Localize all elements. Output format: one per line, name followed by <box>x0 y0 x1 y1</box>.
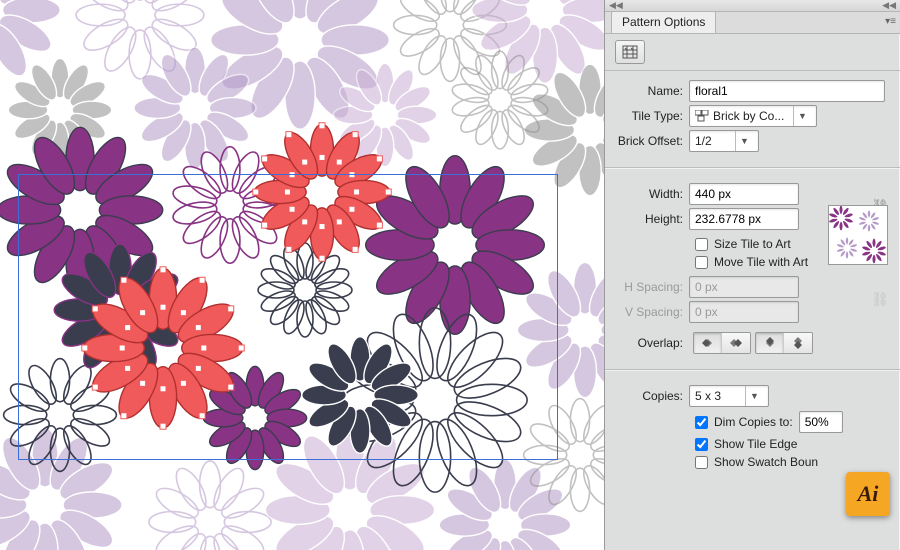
overlap-right-button[interactable] <box>722 333 750 353</box>
brick-offset-value: 1/2 <box>695 134 712 148</box>
illustrator-badge-icon: Ai <box>846 472 890 516</box>
vspacing-label: V Spacing: <box>615 305 689 319</box>
panel-menu-icon[interactable]: ▾≡ <box>885 16 896 27</box>
hspacing-label: H Spacing: <box>615 280 689 294</box>
overlap-label: Overlap: <box>615 336 689 350</box>
size-tile-checkbox[interactable] <box>695 238 708 251</box>
overlap-left-button[interactable] <box>694 333 722 353</box>
pattern-preview-swatch[interactable] <box>828 205 888 265</box>
move-tile-checkbox[interactable] <box>695 256 708 269</box>
copies-select[interactable]: 5 x 3 ▼ <box>689 385 769 407</box>
show-tile-edge-row[interactable]: Show Tile Edge <box>695 437 890 451</box>
size-tile-label: Size Tile to Art <box>714 237 791 251</box>
brick-offset-select[interactable]: 1/2 ▼ <box>689 130 759 152</box>
width-input[interactable] <box>689 183 799 205</box>
collapse-right-icon[interactable]: ◀◀ <box>882 0 896 11</box>
canvas-area[interactable] <box>0 0 604 550</box>
name-label: Name: <box>615 84 689 98</box>
tab-pattern-options[interactable]: Pattern Options <box>611 11 716 33</box>
name-input[interactable] <box>689 80 885 102</box>
chevron-down-icon: ▼ <box>735 131 753 151</box>
tile-type-label: Tile Type: <box>615 109 689 123</box>
vspacing-input <box>689 301 799 323</box>
copies-value: 5 x 3 <box>695 389 721 403</box>
chevron-down-icon: ▼ <box>745 386 763 406</box>
tile-type-select[interactable]: Brick by Co... ▼ <box>689 105 817 127</box>
pattern-options-panel: ◀◀ ◀◀ Pattern Options ▾≡ Name: Tile Type… <box>604 0 900 550</box>
link-spacing-icon: ⛓ <box>870 273 890 326</box>
dim-copies-label: Dim Copies to: <box>714 415 793 429</box>
dim-copies-row[interactable]: Dim Copies to: <box>695 411 890 433</box>
brick-icon <box>695 110 709 122</box>
chevron-down-icon: ▼ <box>793 106 811 126</box>
overlap-top-button[interactable] <box>756 333 784 353</box>
copies-label: Copies: <box>615 389 689 403</box>
width-label: Width: <box>615 187 689 201</box>
height-input[interactable] <box>689 208 799 230</box>
hspacing-input <box>689 276 799 298</box>
collapse-left-icon[interactable]: ◀◀ <box>609 0 623 11</box>
tile-type-value: Brick by Co... <box>713 109 784 123</box>
brick-offset-label: Brick Offset: <box>615 134 689 148</box>
overlap-vertical-group <box>755 332 813 354</box>
pattern-artwork <box>0 0 604 550</box>
panel-tab-row: Pattern Options ▾≡ <box>605 12 900 34</box>
show-swatch-bounds-row[interactable]: Show Swatch Boun <box>695 455 890 469</box>
show-swatch-bounds-label: Show Swatch Boun <box>714 455 818 469</box>
pattern-tile-tool-button[interactable] <box>615 40 645 64</box>
dim-copies-checkbox[interactable] <box>695 416 708 429</box>
show-swatch-bounds-checkbox[interactable] <box>695 456 708 469</box>
dim-copies-input[interactable] <box>799 411 843 433</box>
overlap-horizontal-group <box>693 332 751 354</box>
move-tile-label: Move Tile with Art <box>714 255 808 269</box>
height-label: Height: <box>615 212 689 226</box>
show-tile-edge-label: Show Tile Edge <box>714 437 797 451</box>
overlap-bottom-button[interactable] <box>784 333 812 353</box>
show-tile-edge-checkbox[interactable] <box>695 438 708 451</box>
